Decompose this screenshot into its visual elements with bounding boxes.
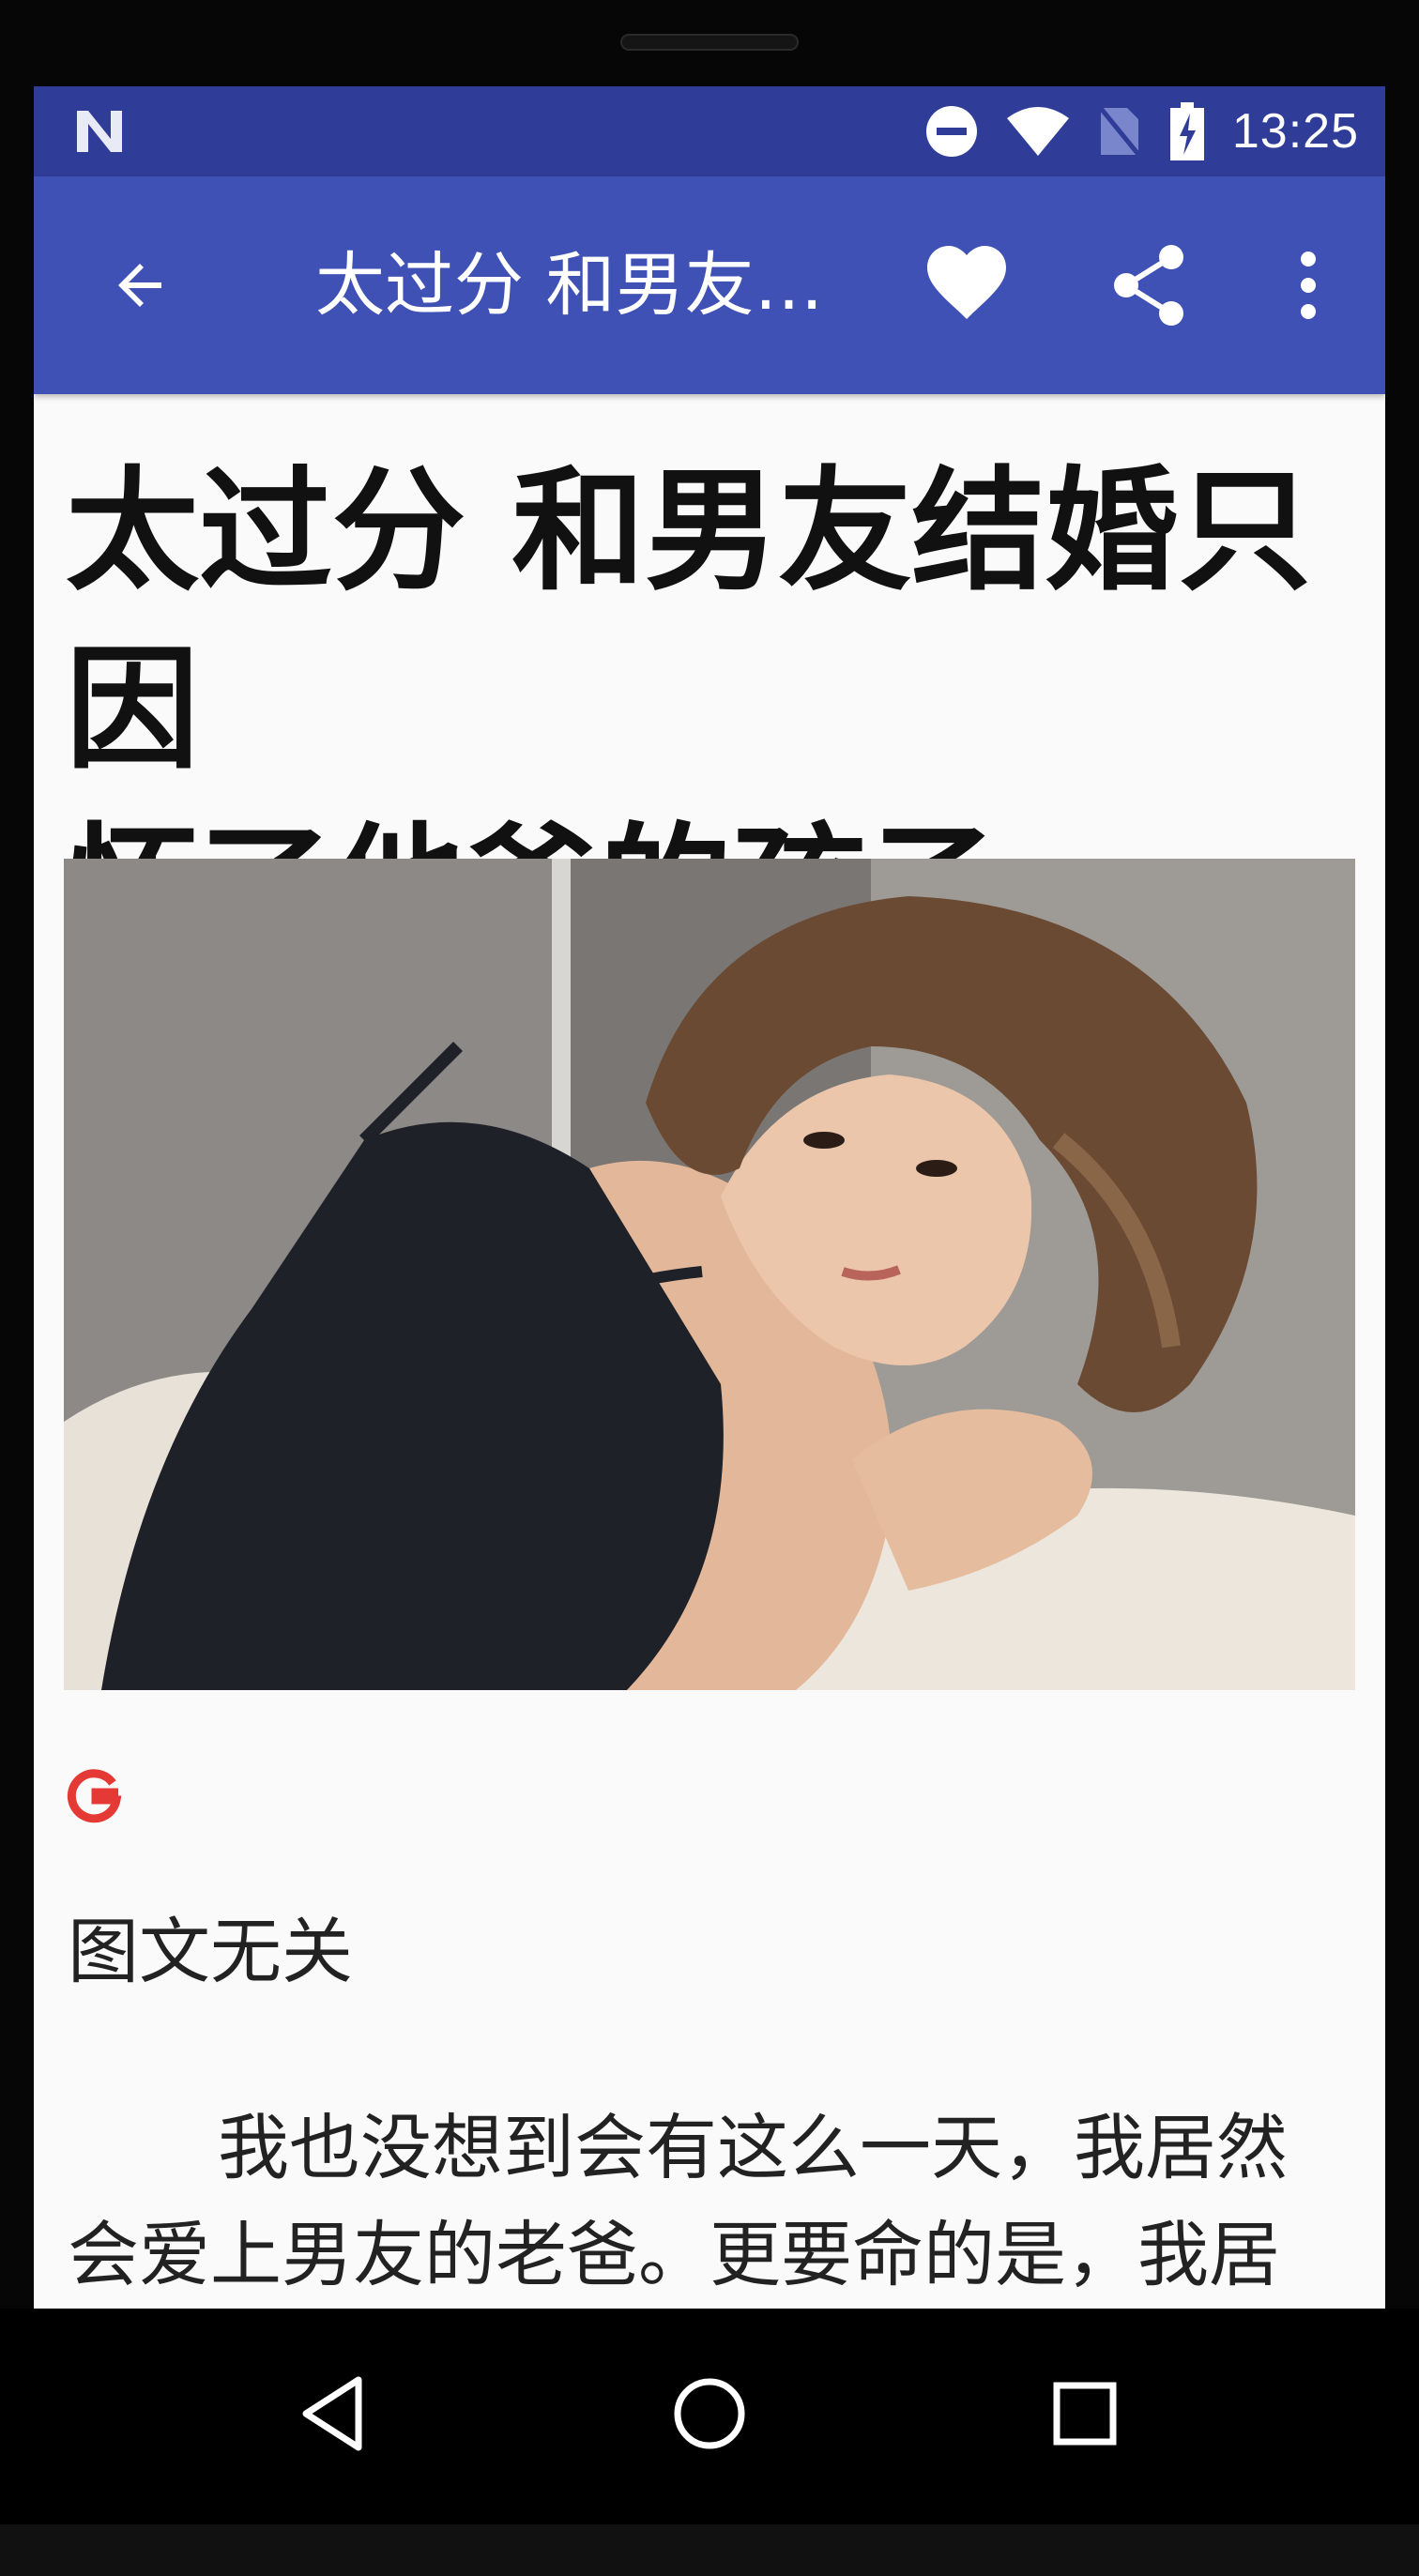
battery-charging-icon <box>1169 102 1204 160</box>
article-body-line-2: 会爱上男友的老爸。更要命的是，我居 <box>68 2213 1280 2296</box>
app-bar: 太过分 和男友… <box>34 176 1385 394</box>
share-icon[interactable] <box>1104 240 1194 330</box>
n-logo-icon <box>77 111 122 152</box>
navigation-bar <box>0 2309 1419 2524</box>
article-photo[interactable] <box>64 859 1355 1690</box>
no-sim-icon <box>1096 104 1142 159</box>
status-bar: 13:25 <box>34 86 1385 176</box>
photo-illustration <box>64 859 1355 1690</box>
device-chin <box>0 2524 1419 2576</box>
recents-square-icon[interactable] <box>1038 2367 1132 2461</box>
home-circle-icon[interactable] <box>663 2367 756 2461</box>
speaker-grill <box>620 34 799 51</box>
article-title-line-1: 太过分 和男友结婚只因 <box>66 454 1312 787</box>
article-body: 我也没想到会有这么一天，我居然 会爱上男友的老爸。更要命的是，我居 <box>68 2095 1363 2309</box>
article-body-line-1: 我也没想到会有这么一天，我居然 <box>218 2106 1288 2189</box>
heart-icon[interactable] <box>922 240 1012 330</box>
clock: 13:25 <box>1231 104 1359 159</box>
back-arrow-icon[interactable] <box>99 242 186 328</box>
g-logo-icon <box>67 1769 122 1823</box>
phone-frame: 13:25 太过分 和男友… 太过分 和男友结婚只因 图文无关 我也没想到会有这… <box>0 0 1419 2576</box>
app-bar-title: 太过分 和男友… <box>315 245 824 326</box>
do-not-disturb-icon <box>925 106 977 157</box>
image-caption: 图文无关 <box>68 1910 353 1993</box>
status-icons: 13:25 <box>924 86 1359 176</box>
more-vert-icon[interactable] <box>1263 240 1353 330</box>
wifi-icon <box>1006 107 1069 156</box>
back-triangle-icon[interactable] <box>287 2367 381 2461</box>
screen: 13:25 太过分 和男友… 太过分 和男友结婚只因 图文无关 我也没想到会有这… <box>34 86 1385 2309</box>
